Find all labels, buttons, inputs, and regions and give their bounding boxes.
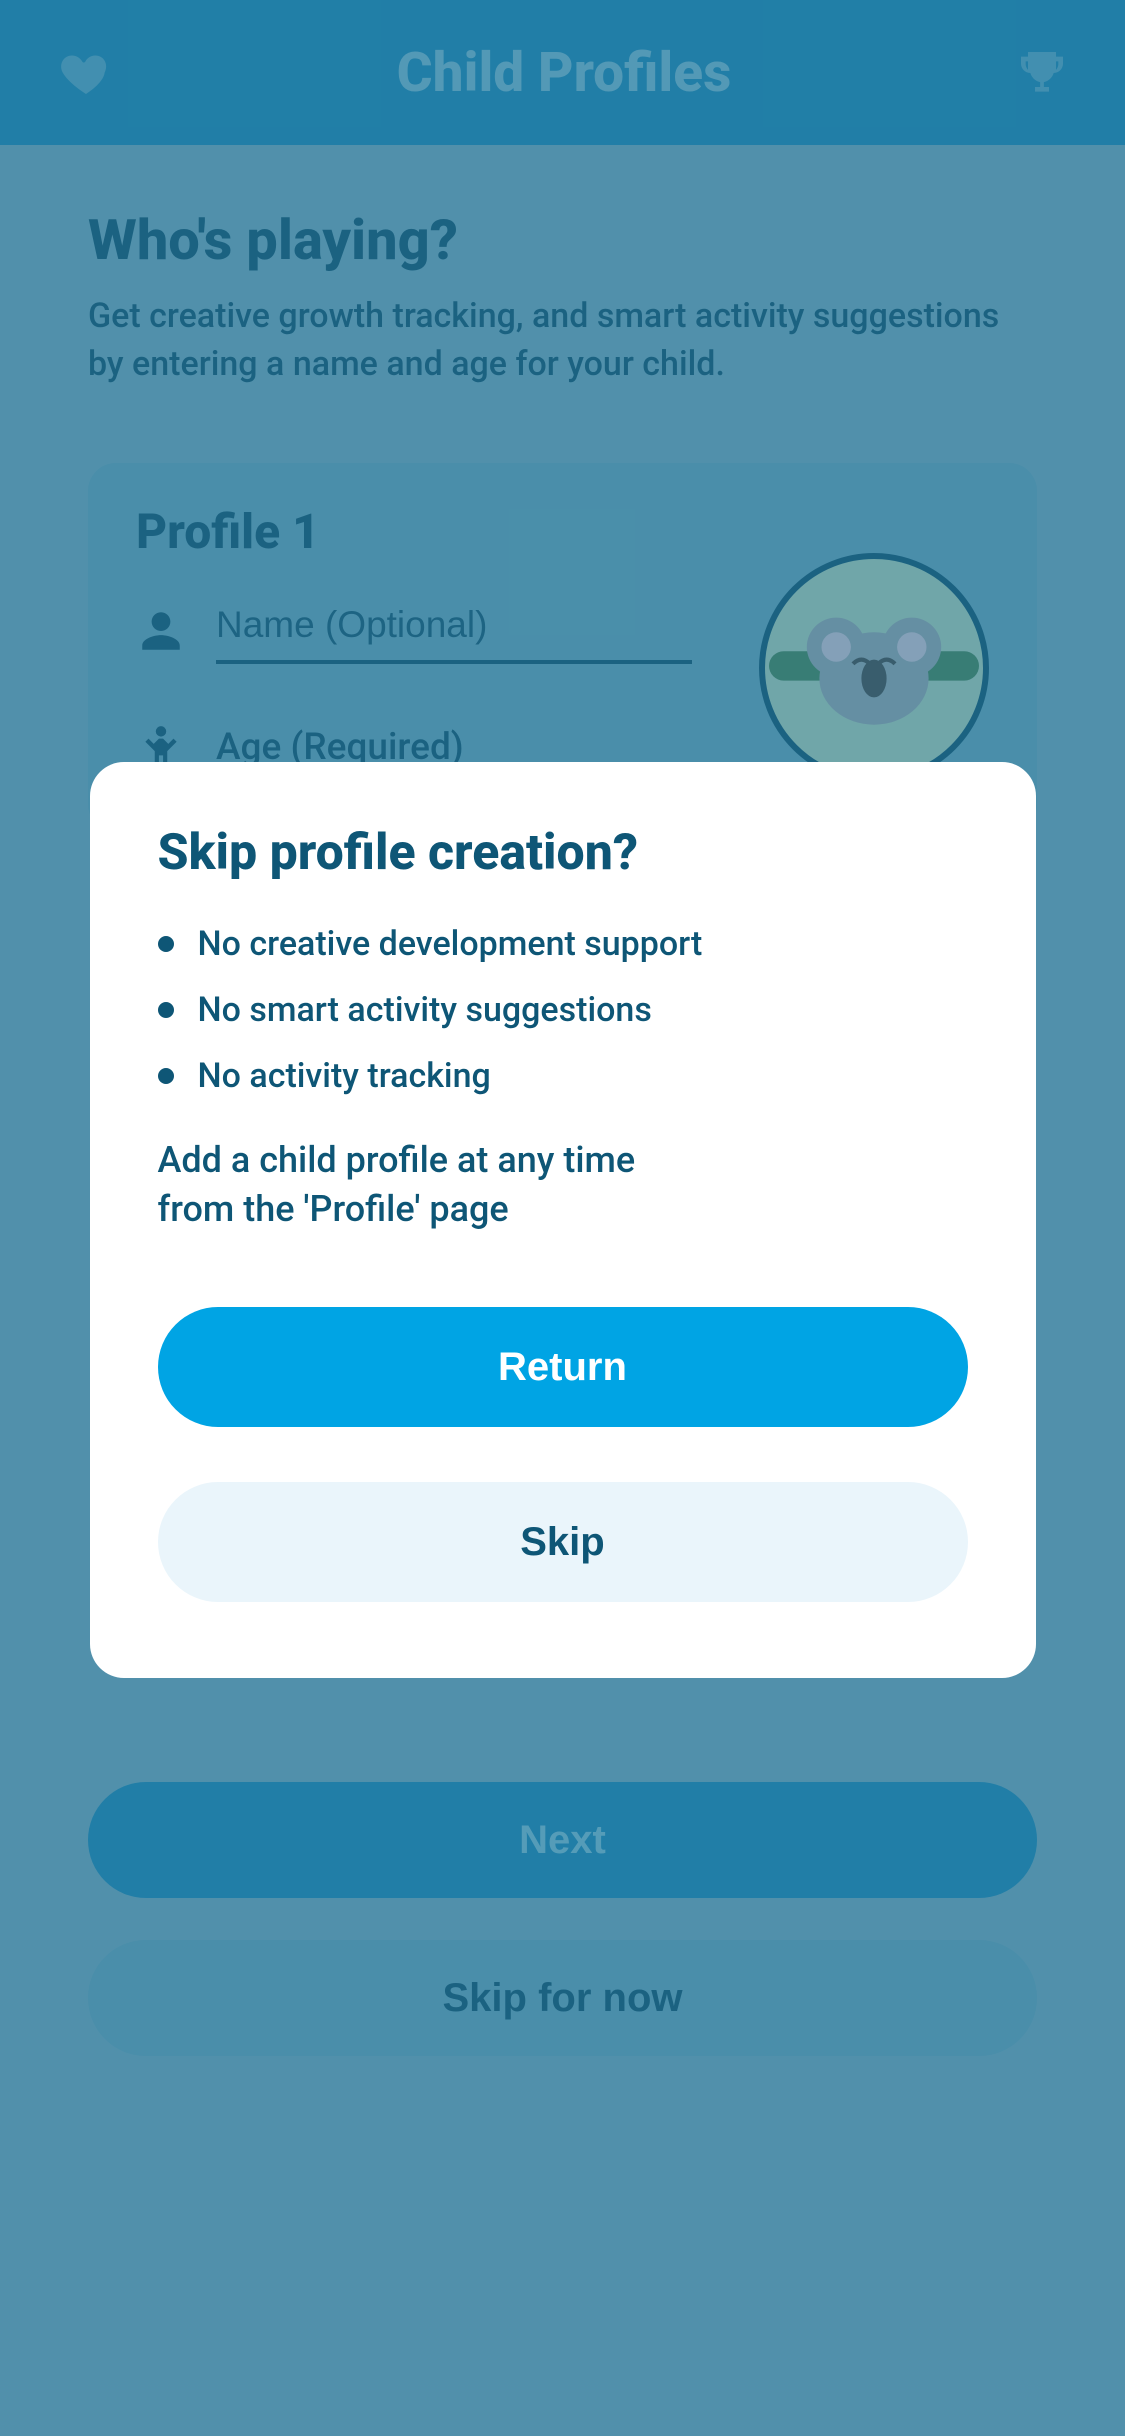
list-item-text: No creative development support bbox=[198, 924, 703, 964]
list-item: No activity tracking bbox=[158, 1056, 968, 1096]
modal-title: Skip profile creation? bbox=[158, 824, 968, 882]
skip-button[interactable]: Skip bbox=[158, 1482, 968, 1602]
list-item-text: No smart activity suggestions bbox=[198, 990, 652, 1030]
bullet-icon bbox=[158, 1068, 174, 1084]
bullet-icon bbox=[158, 936, 174, 952]
bullet-icon bbox=[158, 1002, 174, 1018]
modal-note: Add a child profile at any time from the… bbox=[158, 1136, 718, 1233]
list-item-text: No activity tracking bbox=[198, 1056, 491, 1096]
modal-overlay[interactable]: Skip profile creation? No creative devel… bbox=[0, 0, 1125, 2436]
skip-profile-modal: Skip profile creation? No creative devel… bbox=[90, 762, 1036, 1678]
list-item: No creative development support bbox=[158, 924, 968, 964]
return-button[interactable]: Return bbox=[158, 1307, 968, 1427]
modal-consequences-list: No creative development support No smart… bbox=[158, 924, 968, 1096]
list-item: No smart activity suggestions bbox=[158, 990, 968, 1030]
